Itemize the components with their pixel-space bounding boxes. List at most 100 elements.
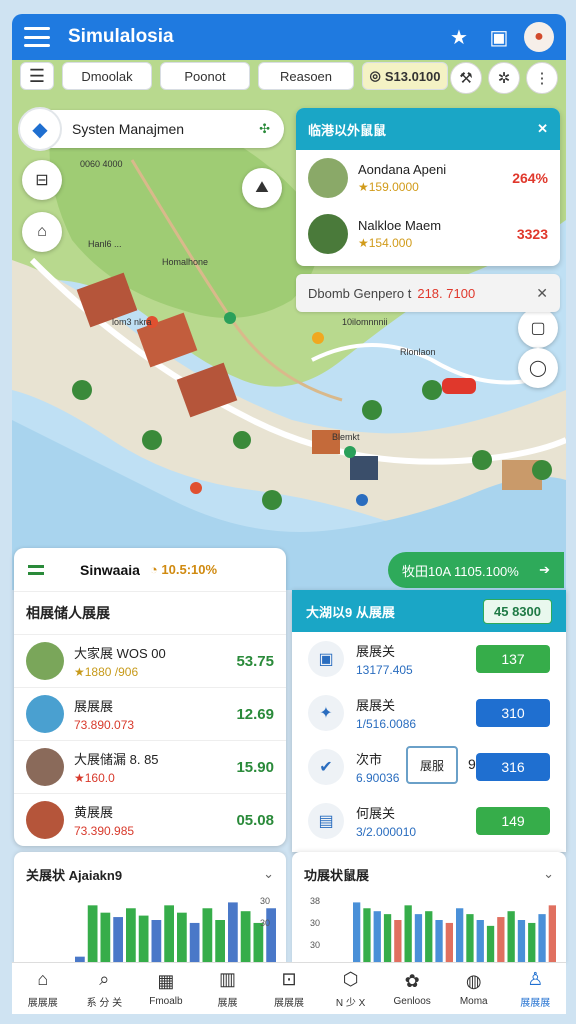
area-button-icon[interactable]: ⛰ [242,168,282,208]
tick-label: 30 [310,940,320,950]
chat-button-icon[interactable]: ◯ [518,348,558,388]
nav-item[interactable]: ▦ Fmoalb [135,963,197,1014]
nav-item[interactable]: ⬡ N 少 X [320,963,382,1014]
bar [425,911,433,964]
nav-label: 展展 [217,997,238,1009]
item-name: Aondana Apeni [358,162,447,177]
bar [476,920,484,964]
nav-item[interactable]: ⌂ 展展展 [12,963,74,1014]
list-item[interactable]: ▣ 展展关 13177.405 137 [292,632,566,686]
value-button[interactable]: 137 [476,645,550,673]
app-title: Simulalosia [68,26,174,47]
bar [177,912,187,964]
more-icon[interactable]: ⋮ [526,62,558,94]
nav-item[interactable]: ⊡ 展展展 [258,963,320,1014]
tab-2[interactable]: Poonot [160,62,250,90]
balance-value: S13.0100 [384,68,441,84]
list-item[interactable]: 黄展展 73.390.985 05.08 [14,793,286,846]
notice-bar: Dbomb Genpero t 218. 7100 ✕ [296,274,560,312]
collapse-icon[interactable]: ✕ [537,121,548,137]
count-badge[interactable]: 45 8300 [483,598,552,624]
user-avatar[interactable]: ● [524,22,554,52]
item-sub: 73.890.073 [74,718,135,732]
message-icon[interactable]: ▣ [484,22,514,52]
list-item[interactable]: 大家展 WOS 00 ★1880 /906 53.75 [14,634,286,687]
list-item[interactable]: ✦ 展展关 1/516.0086 310 [292,686,566,740]
menu-icon[interactable] [28,564,44,575]
user-icon: ♙ [527,968,544,989]
item-sub: 6.90036 [356,771,400,785]
tab-3[interactable]: Reasoen [258,62,354,90]
chevron-down-icon[interactable]: ⌄ [543,866,554,882]
map-stat-pill[interactable]: 牧田10A 1105.100% ➔ [388,552,564,588]
system-management-bar[interactable]: ◆ Systen Manajmen ✣ [18,107,284,151]
value-button[interactable]: 316 [476,753,550,781]
bar [486,925,495,964]
nav-item[interactable]: ♙ 展展展 [505,963,567,1014]
card-badge: ◔ 10.5:10% [149,562,218,577]
chevron-down-icon[interactable]: ⌄ [263,866,274,882]
chart-title: 功展状鼠展 [304,867,370,883]
nav-item[interactable]: ▥ 展展 [197,963,259,1014]
bar [466,914,474,964]
item-thumbnail [26,642,64,680]
nav-item[interactable]: ◍ Moma [443,963,505,1014]
nav-item[interactable]: ⌕ 系 分 关 [74,963,136,1014]
svg-text:Rlonlaon: Rlonlaon [400,347,436,357]
bar [240,911,251,964]
expand-icon[interactable]: ✣ [259,121,270,137]
star-icon[interactable]: ★ [444,22,474,52]
item-sub: ★1880 /906 [74,665,139,679]
balance-badge[interactable]: ◎ S13.0100 [362,62,448,90]
list-item[interactable]: 大展储漏 8. 85 ★160.0 15.90 [14,740,286,793]
item-thumbnail [26,748,64,786]
list-item[interactable]: ▤ 何展关 3/2.000010 149 [292,794,566,848]
bar [100,912,111,964]
check-icon: ✔ [308,749,344,785]
close-icon[interactable]: ✕ [536,285,548,302]
bar [456,908,464,964]
item-value: 264% [512,170,548,186]
item-sub: 73.390.985 [74,824,135,838]
book-icon: ▣ [308,641,344,677]
wrench-icon[interactable]: ⚒ [450,62,482,94]
tooltip-popup[interactable]: 展服 [406,746,458,784]
settings-icon[interactable]: ✲ [488,62,520,94]
bottom-navigation: ⌂ 展展展 ⌕ 系 分 关 ▦ Fmoalb ▥ 展展 ⊡ 展展展 ⬡ N 少 X ✿ Genloos ◍ M… [12,962,566,1014]
item-thumbnail [26,801,64,839]
card-title: 大湖以9 从展展 [306,604,395,620]
nav-item[interactable]: ✿ Genloos [381,963,443,1014]
item-sub: 13177.405 [356,663,413,677]
hamburger-menu-icon[interactable] [24,27,50,47]
tab-1[interactable]: Dmoolak [62,62,152,90]
bar [445,922,453,964]
bar [497,917,505,964]
gear-icon: ✿ [404,970,420,991]
list-item[interactable]: Aondana Apeni ★159.0000 264% [296,150,560,206]
tick-label: 38 [310,896,320,906]
location-thumbnail [308,158,348,198]
bar [138,915,149,964]
globe-icon: ◍ [465,970,482,991]
layers-button-icon[interactable]: ⊟ [22,160,62,200]
list-menu-button[interactable]: ☰ [20,62,54,90]
bar [528,922,536,964]
list-item[interactable]: 展展展 73.890.073 12.69 [14,687,286,740]
target-icon: ◎ [369,68,381,83]
list-item[interactable]: Nalkloe Maem ★154.000 3323 [296,206,560,262]
map-toolbar: ☰ Dmoolak Poonot Reasoen ◎ S13.0100 [20,62,448,90]
nearby-panel: 临港以外鼠鼠 ✕ Aondana Apeni ★159.0000 264% Na… [296,108,560,266]
camera-button-icon[interactable]: ▢ [518,308,558,348]
value-button[interactable]: 310 [476,699,550,727]
building-button-icon[interactable]: ⌂ [22,212,62,252]
tick-label: 30 [260,918,270,928]
arrow-icon: ➔ [539,562,550,577]
location-thumbnail [308,214,348,254]
group-icon: ✦ [308,695,344,731]
item-value: 3323 [516,226,548,242]
value-button[interactable]: 149 [476,807,550,835]
item-name: 展展关 [356,644,396,659]
bar [507,911,515,964]
bar [548,905,556,964]
bar [151,920,162,964]
